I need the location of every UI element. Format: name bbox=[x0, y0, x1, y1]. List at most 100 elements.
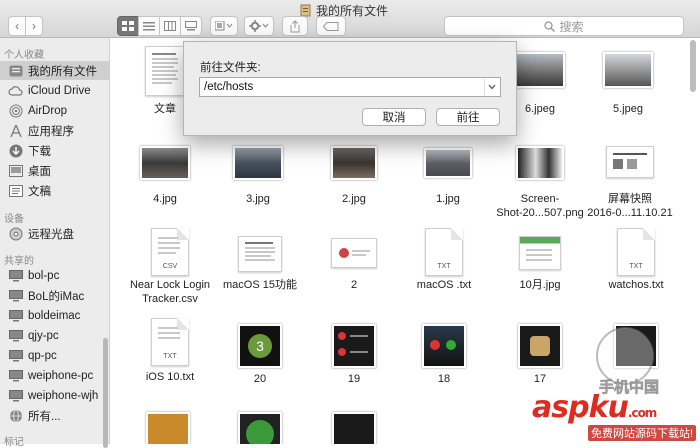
file-item[interactable]: 2.jpg bbox=[304, 146, 404, 205]
aspku-slogan: 免费网站源码下载站! bbox=[588, 425, 697, 441]
computer-icon bbox=[8, 389, 23, 403]
document-thumbnail bbox=[238, 236, 282, 272]
file-item[interactable] bbox=[118, 412, 218, 444]
cancel-button[interactable]: 取消 bbox=[362, 108, 426, 126]
go-button[interactable]: 前往 bbox=[436, 108, 500, 126]
tag-button[interactable] bbox=[316, 16, 346, 36]
sidebar-item-qjy-pc[interactable]: qjy-pc bbox=[0, 326, 110, 345]
path-history-dropdown[interactable] bbox=[484, 79, 499, 95]
sidebar-scrollbar[interactable] bbox=[103, 338, 108, 448]
file-item[interactable]: 19 bbox=[304, 324, 404, 385]
file-item[interactable]: macOS 15功能 bbox=[210, 236, 310, 291]
sidebar-item-label: weiphone-pc bbox=[28, 369, 94, 382]
column-view-button[interactable] bbox=[159, 16, 181, 36]
sidebar-item-label: weiphone-wjh bbox=[28, 389, 99, 402]
photo-thumbnail bbox=[422, 324, 466, 368]
forward-button[interactable]: › bbox=[25, 16, 43, 36]
favorites-header: 个人收藏 bbox=[4, 50, 44, 61]
icon-view-button[interactable] bbox=[117, 16, 139, 36]
file-name: 10月.jpg bbox=[519, 279, 561, 291]
file-item[interactable]: Screen- Shot-20...507.png bbox=[490, 146, 590, 219]
sidebar-item-label: qp-pc bbox=[28, 349, 57, 362]
file-item[interactable] bbox=[304, 412, 404, 444]
file-item[interactable]: 3.jpg bbox=[208, 146, 308, 205]
sidebar-item-desktop[interactable]: 桌面 bbox=[0, 161, 110, 180]
sidebar-item-applications[interactable]: 应用程序 bbox=[0, 121, 110, 140]
content-scrollbar[interactable] bbox=[690, 40, 696, 92]
arrange-button[interactable] bbox=[210, 16, 238, 36]
file-item[interactable]: 18 bbox=[394, 324, 494, 385]
share-button[interactable] bbox=[282, 16, 308, 36]
file-item[interactable]: CSV Near Lock Login Tracker.csv bbox=[120, 228, 220, 305]
file-item[interactable]: TXT watchos.txt bbox=[586, 228, 686, 291]
file-name: iOS 10.txt bbox=[145, 371, 195, 383]
shared-header: 共享的 bbox=[4, 256, 34, 267]
cover-flow-icon bbox=[185, 21, 197, 31]
photo-thumbnail bbox=[238, 412, 282, 444]
file-item[interactable]: 10月.jpg bbox=[490, 236, 590, 291]
sidebar-item-bol-pc[interactable]: bol-pc bbox=[0, 266, 110, 285]
window-toolbar: 我的所有文件 ‹ › 搜索 bbox=[0, 0, 700, 38]
file-item[interactable]: TXT iOS 10.txt bbox=[120, 318, 220, 383]
txt-file-icon: TXT bbox=[151, 318, 189, 366]
arrange-icon bbox=[215, 21, 233, 31]
documents-icon bbox=[8, 184, 23, 198]
screenshot-thumbnail bbox=[516, 146, 564, 180]
cover-flow-button[interactable] bbox=[180, 16, 202, 36]
file-item[interactable]: 4.jpg bbox=[115, 146, 215, 205]
sidebar-item-icloud[interactable]: iCloud Drive bbox=[0, 81, 110, 100]
photo-thumbnail bbox=[603, 52, 653, 88]
file-item[interactable]: 5.jpeg bbox=[578, 52, 678, 115]
sidebar-item-all-shared[interactable]: 所有... bbox=[0, 406, 110, 425]
chevron-left-icon: ‹ bbox=[15, 19, 19, 33]
desktop-icon bbox=[8, 164, 23, 178]
file-item[interactable]: 2 bbox=[304, 238, 404, 291]
screenshot-thumbnail bbox=[606, 146, 654, 178]
sidebar-item-weiphone-wjh[interactable]: weiphone-wjh bbox=[0, 386, 110, 405]
computer-icon bbox=[8, 349, 23, 363]
sidebar-item-bol-imac[interactable]: BoL的iMac bbox=[0, 286, 110, 305]
file-item[interactable]: 屏幕快照 2016-0...11.10.21 bbox=[580, 146, 680, 219]
sidebar-item-label: qjy-pc bbox=[28, 329, 59, 342]
aspku-watermark: aspku.com bbox=[532, 390, 657, 425]
sidebar-item-all-files[interactable]: 我的所有文件 bbox=[0, 61, 110, 80]
photo-thumbnail bbox=[233, 146, 283, 180]
sidebar-item-airdrop[interactable]: AirDrop bbox=[0, 101, 110, 120]
sidebar-item-documents[interactable]: 文稿 bbox=[0, 181, 110, 200]
sidebar-item-remote-disc[interactable]: 远程光盘 bbox=[0, 224, 110, 243]
sidebar-item-label: bol-pc bbox=[28, 269, 60, 282]
photo-thumbnail bbox=[518, 324, 562, 368]
file-item[interactable]: 3 20 bbox=[210, 324, 310, 385]
photo-thumbnail bbox=[424, 148, 472, 178]
file-name: 20 bbox=[253, 373, 267, 385]
file-item[interactable] bbox=[210, 412, 310, 444]
folder-path-input[interactable]: /etc/hosts bbox=[199, 77, 501, 97]
sidebar-item-label: iCloud Drive bbox=[28, 84, 91, 97]
devices-header: 设备 bbox=[4, 214, 24, 225]
applications-icon bbox=[8, 124, 23, 138]
share-icon bbox=[290, 19, 300, 32]
globe-icon bbox=[8, 409, 23, 423]
action-button[interactable] bbox=[244, 16, 274, 36]
list-view-button[interactable] bbox=[138, 16, 160, 36]
cloud-icon bbox=[8, 84, 23, 98]
file-item[interactable]: 17 bbox=[490, 324, 590, 385]
file-name: 4.jpg bbox=[153, 193, 177, 205]
sidebar-item-qp-pc[interactable]: qp-pc bbox=[0, 346, 110, 365]
sidebar-item-label: 所有... bbox=[28, 410, 61, 423]
folder-path-value: /etc/hosts bbox=[204, 81, 254, 93]
disc-icon bbox=[8, 227, 23, 241]
file-item[interactable]: TXT macOS .txt bbox=[394, 228, 494, 291]
sidebar-item-downloads[interactable]: 下载 bbox=[0, 141, 110, 160]
file-name: 19 bbox=[347, 373, 361, 385]
back-button[interactable]: ‹ bbox=[8, 16, 26, 36]
all-files-icon bbox=[8, 64, 23, 78]
file-name: macOS 15功能 bbox=[223, 279, 297, 291]
sidebar-item-boldeimac[interactable]: boldeimac bbox=[0, 306, 110, 325]
file-item[interactable]: 1.jpg bbox=[398, 148, 498, 205]
go-to-folder-label: 前往文件夹: bbox=[200, 62, 261, 74]
sidebar-item-weiphone-pc[interactable]: weiphone-pc bbox=[0, 366, 110, 385]
search-field[interactable]: 搜索 bbox=[444, 16, 684, 36]
file-name: 2.jpg bbox=[342, 193, 366, 205]
chevron-down-icon bbox=[488, 84, 496, 90]
